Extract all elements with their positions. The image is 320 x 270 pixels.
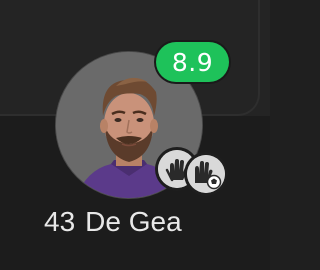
glove-ball-icon [187,155,225,193]
lineup-view: 8.9 43 De Gea [0,0,270,270]
player-label[interactable]: 43 De Gea [0,206,270,238]
player-card[interactable]: 8.9 43 De Gea [0,0,270,270]
player-rating-badge: 8.9 [156,42,229,82]
player-name: De Gea [85,206,182,237]
player-number: 43 [44,206,76,237]
player-rating: 8.9 [171,47,214,77]
